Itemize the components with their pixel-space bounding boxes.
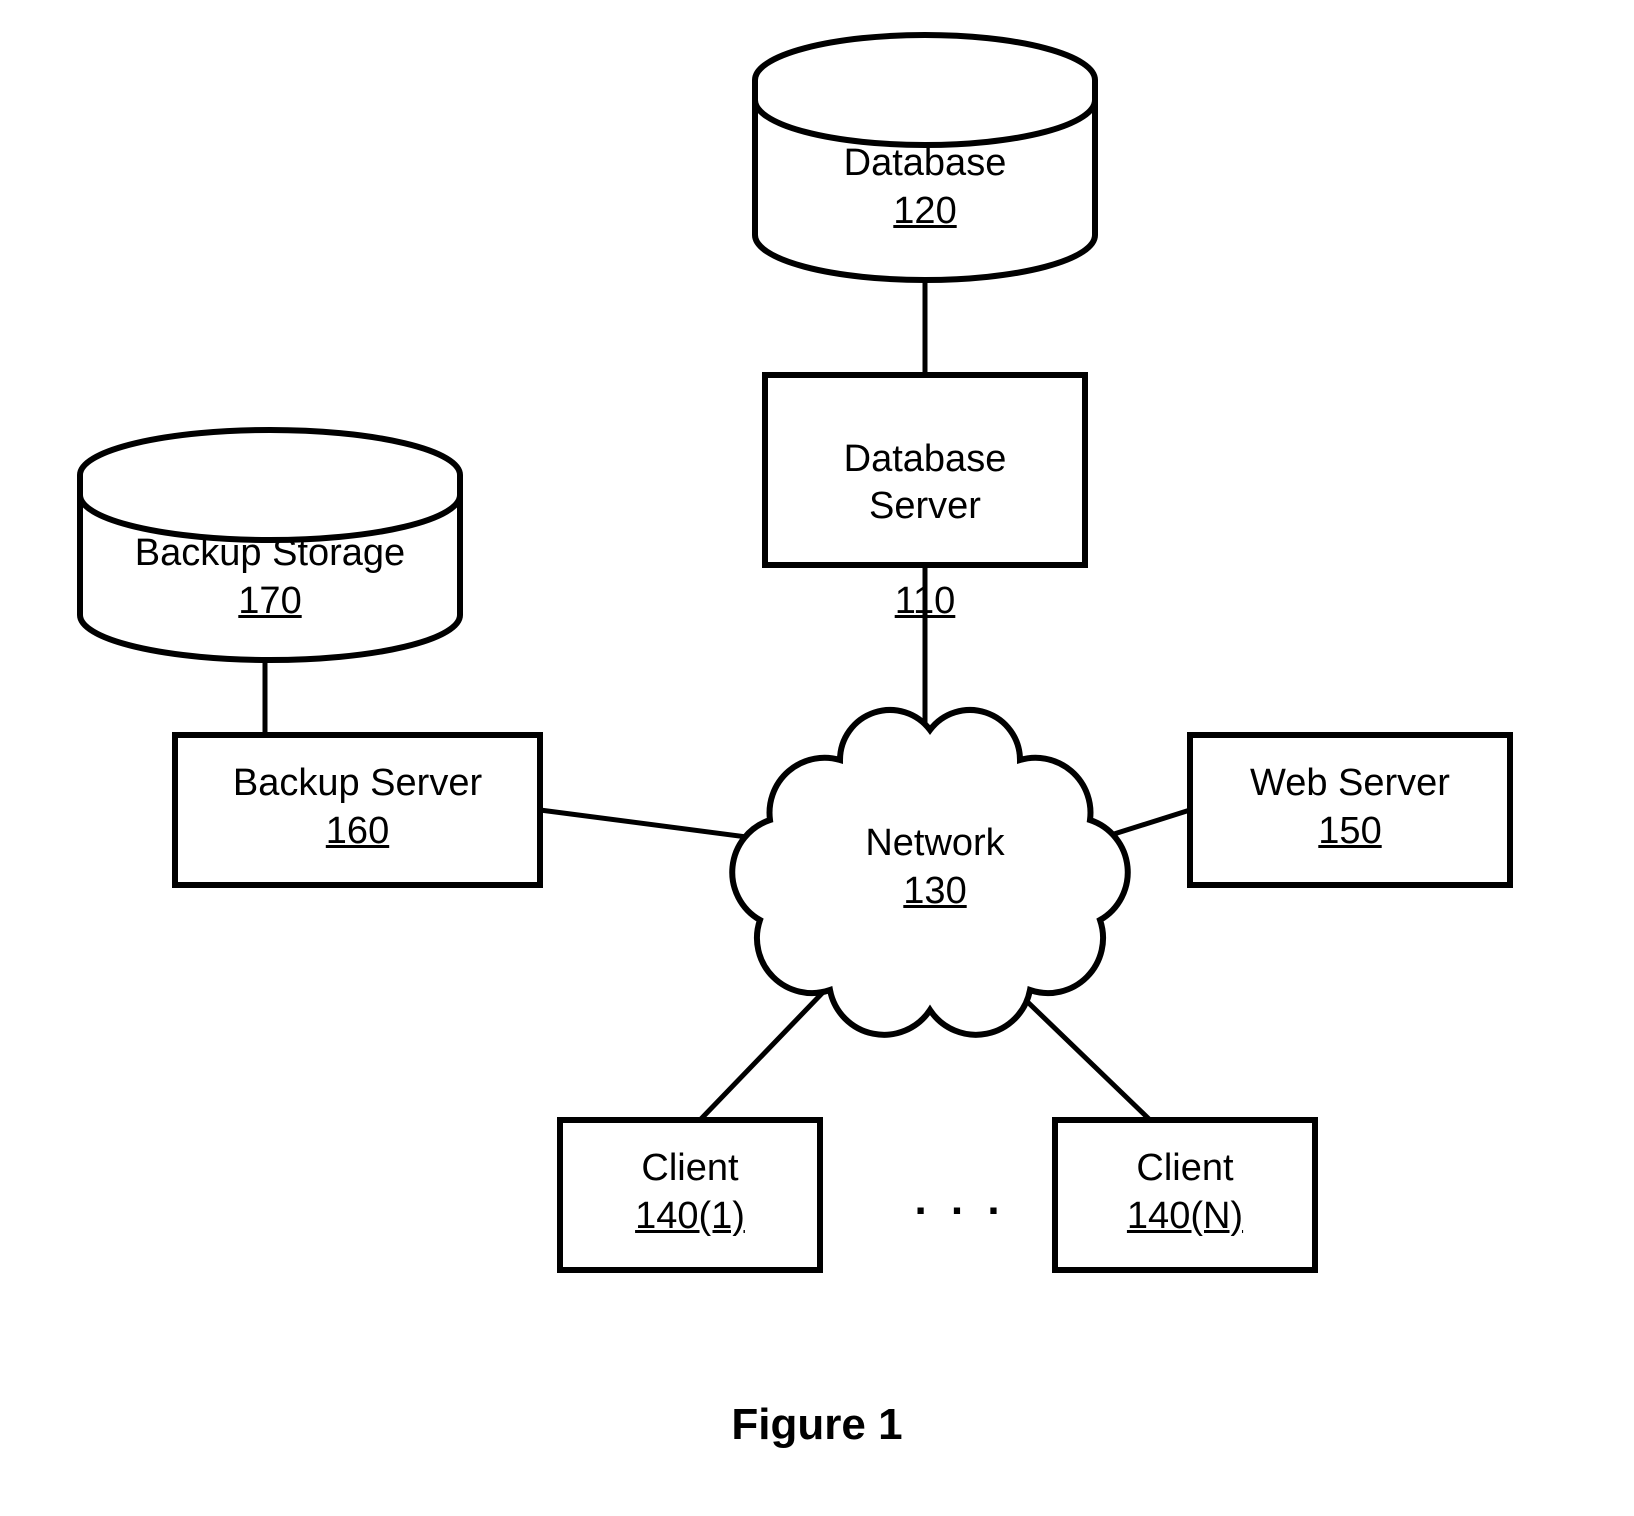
web-server-name: Web Server [1190, 760, 1510, 808]
backup-server-ref: 160 [175, 808, 540, 856]
backup-server-label: Backup Server 160 [175, 760, 540, 855]
network-ref: 130 [770, 868, 1100, 916]
client-first-ref: 140(1) [560, 1193, 820, 1241]
database-ref: 120 [755, 188, 1095, 236]
web-server-ref: 150 [1190, 808, 1510, 856]
database-label: Database 120 [755, 140, 1095, 235]
database-server-name: Database Server [765, 436, 1085, 531]
client-first-label: Client 140(1) [560, 1145, 820, 1240]
backup-storage-name: Backup Storage [80, 530, 460, 578]
figure-caption: Figure 1 [0, 1400, 1634, 1450]
clients-ellipsis: . . . [880, 1175, 1040, 1225]
database-server-ref: 110 [765, 578, 1085, 626]
database-server-label: Database Server 110 [765, 388, 1085, 673]
client-last-label: Client 140(N) [1055, 1145, 1315, 1240]
diagram-canvas: Database 120 Database Server 110 Backup … [0, 0, 1634, 1516]
database-name: Database [755, 140, 1095, 188]
backup-storage-ref: 170 [80, 578, 460, 626]
client-last-ref: 140(N) [1055, 1193, 1315, 1241]
network-label: Network 130 [770, 820, 1100, 915]
web-server-label: Web Server 150 [1190, 760, 1510, 855]
network-name: Network [770, 820, 1100, 868]
backup-storage-label: Backup Storage 170 [80, 530, 460, 625]
backup-server-name: Backup Server [175, 760, 540, 808]
client-last-name: Client [1055, 1145, 1315, 1193]
client-first-name: Client [560, 1145, 820, 1193]
